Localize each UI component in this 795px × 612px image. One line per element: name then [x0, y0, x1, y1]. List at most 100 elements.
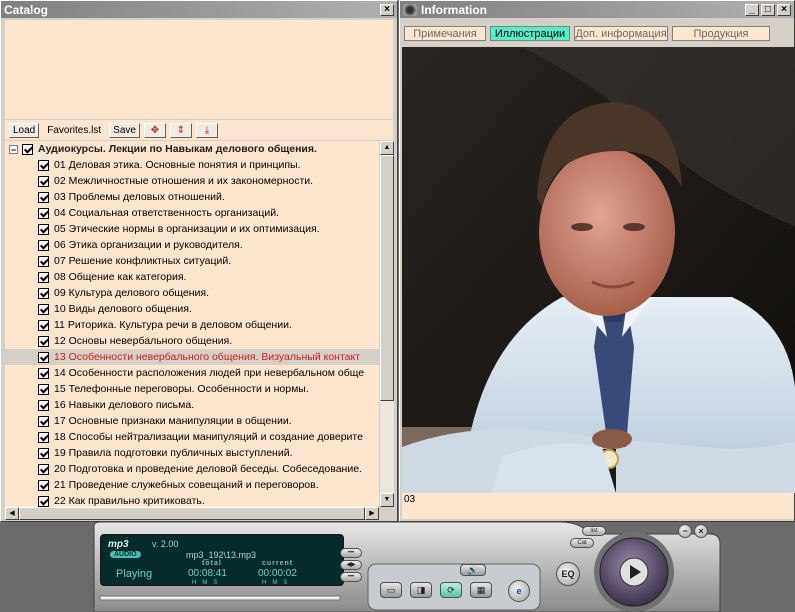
item-checkbox[interactable] — [38, 463, 49, 475]
list-item[interactable]: 18 Способы нейтрализации манипуляций и с… — [5, 429, 379, 445]
list-item-label: 03 Проблемы деловых отношений. — [54, 191, 225, 203]
move-all-icon[interactable]: ✥ — [143, 122, 166, 138]
list-item-label: 15 Телефонные переговоры. Особенности и … — [54, 383, 309, 395]
mode-button-1[interactable]: ••• — [340, 548, 362, 558]
item-checkbox[interactable] — [38, 271, 49, 283]
browser-icon[interactable]: e — [508, 580, 530, 602]
item-checkbox[interactable] — [38, 335, 49, 347]
item-checkbox[interactable] — [38, 415, 49, 427]
list-item[interactable]: 21 Проведение служебных совещаний и пере… — [5, 477, 379, 493]
load-button[interactable]: Load — [9, 122, 40, 138]
collapse-icon[interactable]: − — [9, 144, 18, 154]
tab-products[interactable]: Продукция — [672, 26, 770, 41]
information-titlebar[interactable]: Information _ □ × — [400, 1, 794, 18]
scroll-down-arrow-icon[interactable]: ▼ — [380, 493, 394, 507]
list-item[interactable]: 14 Особенности расположения людей при не… — [5, 365, 379, 381]
catalog-close-button[interactable]: × — [380, 3, 394, 16]
eq-button[interactable]: EQ — [556, 562, 580, 586]
item-checkbox[interactable] — [38, 175, 49, 187]
item-checkbox[interactable] — [38, 399, 49, 411]
list-item[interactable]: 22 Как правильно критиковать. — [5, 493, 379, 507]
list-item[interactable]: 08 Общение как категория. — [5, 269, 379, 285]
list-item[interactable]: 16 Навыки делового письма. — [5, 397, 379, 413]
information-window: Information _ □ × Примечания Иллюстрации… — [399, 0, 795, 522]
list-item[interactable]: 10 Виды делового общения. — [5, 301, 379, 317]
list-item[interactable]: 05 Этические нормы в организации и их оп… — [5, 221, 379, 237]
illustration-caption: 03 — [402, 493, 794, 519]
scroll-right-arrow-icon[interactable]: ▶ — [365, 507, 379, 520]
vertical-scroll-thumb[interactable] — [380, 155, 394, 401]
item-checkbox[interactable] — [38, 383, 49, 395]
item-checkbox[interactable] — [38, 287, 49, 299]
maximize-button[interactable]: □ — [761, 3, 775, 16]
player-close-button[interactable]: × — [694, 524, 708, 538]
item-checkbox[interactable] — [38, 223, 49, 235]
total-label: total — [202, 560, 222, 567]
catalog-button[interactable]: Cat — [570, 538, 594, 548]
player-logo: mp3 — [108, 539, 129, 550]
horizontal-scroll-thumb[interactable] — [19, 507, 365, 520]
grid-button[interactable]: ▦ — [470, 582, 492, 598]
scroll-up-arrow-icon[interactable]: ▲ — [380, 141, 394, 155]
play-button[interactable] — [620, 558, 648, 586]
save-button[interactable]: Save — [109, 122, 140, 138]
tab-illustrations[interactable]: Иллюстрации — [490, 26, 570, 41]
item-checkbox[interactable] — [38, 303, 49, 315]
catalog-horizontal-scrollbar[interactable]: ◀ ▶ — [5, 507, 379, 520]
list-item-label: 11 Риторика. Культура речи в деловом общ… — [54, 319, 292, 331]
catalog-vertical-scrollbar[interactable]: ▲ ▼ — [380, 141, 394, 507]
list-item-label: 17 Основные признаки манипуляции в общен… — [54, 415, 292, 427]
list-item[interactable]: 20 Подготовка и проведение деловой бесед… — [5, 461, 379, 477]
item-checkbox[interactable] — [38, 255, 49, 267]
list-item[interactable]: 13 Особенности невербального общения. Ви… — [5, 349, 379, 365]
list-item[interactable]: 19 Правила подготовки публичных выступле… — [5, 445, 379, 461]
item-checkbox[interactable] — [38, 319, 49, 331]
list-button[interactable]: list — [582, 526, 606, 536]
list-item-label: 05 Этические нормы в организации и их оп… — [54, 223, 320, 235]
mode-button-2[interactable]: ◀▶ — [340, 560, 362, 570]
tab-extra-info[interactable]: Доп. информация — [574, 26, 668, 41]
mode-button-3[interactable]: ••• — [340, 572, 362, 582]
list-item[interactable]: 11 Риторика. Культура речи в деловом общ… — [5, 317, 379, 333]
current-time: 00:00:02 — [258, 568, 297, 579]
list-item-label: 09 Культура делового общения. — [54, 287, 210, 299]
item-checkbox[interactable] — [38, 351, 49, 363]
repeat-button[interactable]: ▭ — [380, 582, 402, 598]
item-checkbox[interactable] — [38, 207, 49, 219]
move-down-icon[interactable]: ⤓ — [195, 122, 218, 138]
minimize-button[interactable]: _ — [745, 3, 759, 16]
audio-badge: AUDIO — [110, 551, 141, 558]
catalog-titlebar[interactable]: Catalog × — [1, 1, 397, 18]
root-checkbox[interactable] — [22, 143, 33, 155]
volume-control[interactable]: 🔊 — [460, 564, 486, 576]
item-checkbox[interactable] — [38, 495, 49, 507]
list-item[interactable]: 12 Основы невербального общения. — [5, 333, 379, 349]
scroll-left-arrow-icon[interactable]: ◀ — [5, 507, 19, 520]
item-checkbox[interactable] — [38, 239, 49, 251]
tree-root[interactable]: − Аудиокурсы. Лекции по Навыкам делового… — [5, 141, 379, 157]
list-item[interactable]: 06 Этика организации и руководителя. — [5, 237, 379, 253]
favorites-file-label[interactable]: Favorites.lst — [43, 123, 105, 138]
list-item[interactable]: 02 Межличностные отношения и их закономе… — [5, 173, 379, 189]
shuffle-button[interactable]: ◨ — [410, 582, 432, 598]
move-updown-icon[interactable]: ⇕ — [169, 122, 192, 138]
list-item[interactable]: 01 Деловая этика. Основные понятия и при… — [5, 157, 379, 173]
list-item[interactable]: 09 Культура делового общения. — [5, 285, 379, 301]
item-checkbox[interactable] — [38, 191, 49, 203]
item-checkbox[interactable] — [38, 159, 49, 171]
item-checkbox[interactable] — [38, 367, 49, 379]
list-item[interactable]: 15 Телефонные переговоры. Особенности и … — [5, 381, 379, 397]
tab-notes[interactable]: Примечания — [404, 26, 486, 41]
information-tabs: Примечания Иллюстрации Доп. информация П… — [404, 26, 792, 43]
mp3-player: mp3 AUDIO v. 2.00 mp3_192\13.mp3 Playing… — [90, 520, 722, 612]
item-checkbox[interactable] — [38, 431, 49, 443]
loop-button[interactable]: ⟳ — [440, 582, 462, 598]
list-item[interactable]: 17 Основные признаки манипуляции в общен… — [5, 413, 379, 429]
player-minimize-button[interactable]: − — [678, 524, 692, 538]
information-close-button[interactable]: × — [777, 3, 791, 16]
list-item[interactable]: 07 Решение конфликтных ситуаций. — [5, 253, 379, 269]
list-item[interactable]: 04 Социальная ответственность организаци… — [5, 205, 379, 221]
list-item[interactable]: 03 Проблемы деловых отношений. — [5, 189, 379, 205]
item-checkbox[interactable] — [38, 479, 49, 491]
item-checkbox[interactable] — [38, 447, 49, 459]
